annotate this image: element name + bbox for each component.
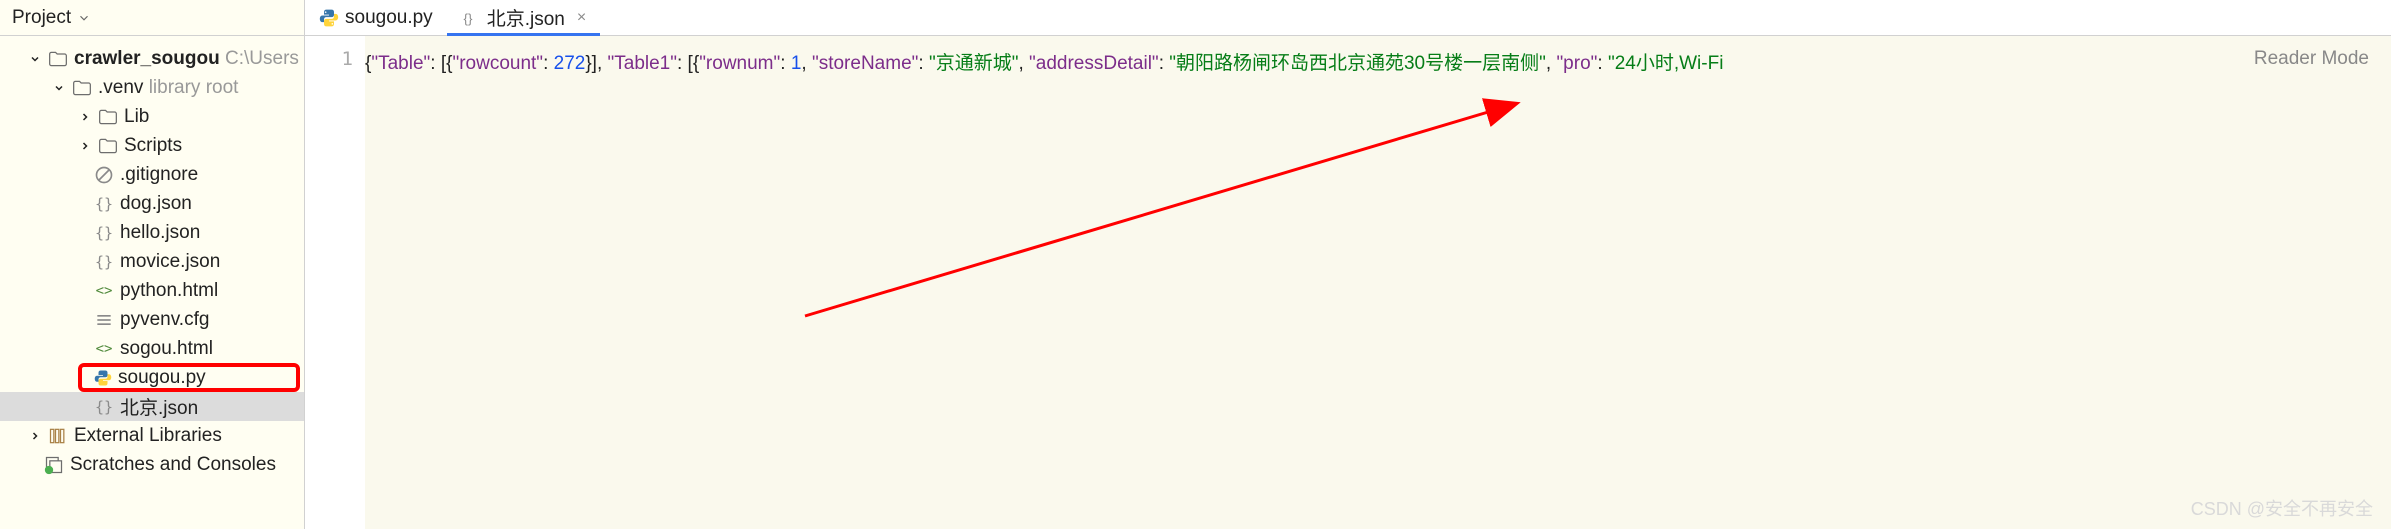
python-icon [94, 369, 112, 387]
tree-file-sogou-html[interactable]: <> sogou.html [0, 334, 304, 363]
tree-label: hello.json [120, 222, 200, 244]
gutter: 1 [305, 36, 365, 529]
library-icon [48, 426, 68, 446]
tree-label: sogou.html [120, 338, 213, 360]
chevron-down-icon [28, 52, 42, 66]
tab-label: sougou.py [345, 7, 433, 29]
close-icon[interactable]: × [577, 9, 586, 27]
svg-text:{}: {} [463, 11, 472, 26]
tree-scratches[interactable]: Scratches and Consoles [0, 450, 304, 479]
chevron-right-icon [78, 139, 92, 153]
tree-label: movice.json [120, 251, 220, 273]
project-tree: crawler_sougou C:\Users .venv library ro… [0, 36, 305, 529]
tree-file-hello-json[interactable]: {} hello.json [0, 218, 304, 247]
tree-file-pyvenv-cfg[interactable]: pyvenv.cfg [0, 305, 304, 334]
json-icon: {} [94, 223, 114, 243]
tree-label: Lib [124, 106, 149, 128]
tree-label: 北京.json [120, 393, 198, 420]
json-icon: {} [461, 8, 481, 28]
top-bar: Project sougou.py {} 北京.json × [0, 0, 2391, 36]
tree-external-libs[interactable]: External Libraries [0, 421, 304, 450]
ignore-icon [94, 165, 114, 185]
python-icon [319, 8, 339, 28]
tree-root[interactable]: crawler_sougou C:\Users [0, 44, 304, 73]
chevron-right-icon [78, 110, 92, 124]
chevron-right-icon [28, 429, 42, 443]
editor-tabs: sougou.py {} 北京.json × [305, 0, 600, 35]
tree-scripts[interactable]: Scripts [0, 131, 304, 160]
watermark: CSDN @安全不再安全 [2191, 495, 2373, 521]
tree-label: .gitignore [120, 164, 198, 186]
tree-lib[interactable]: Lib [0, 102, 304, 131]
tree-label: crawler_sougou C:\Users [74, 48, 299, 70]
tree-label: Scratches and Consoles [70, 454, 276, 476]
tab-label: 北京.json [487, 4, 565, 31]
line-number: 1 [342, 48, 353, 70]
folder-icon [98, 136, 118, 156]
scratches-icon [44, 455, 64, 475]
tab-beijing-json[interactable]: {} 北京.json × [447, 0, 600, 35]
tree-file-beijing-json[interactable]: {} 北京.json [0, 392, 304, 421]
json-icon: {} [94, 194, 114, 214]
tree-file-dog-json[interactable]: {} dog.json [0, 189, 304, 218]
json-icon: {} [94, 397, 114, 417]
code-content[interactable]: {"Table": [{"rowcount": 272}], "Table1":… [365, 36, 2391, 529]
tree-file-python-html[interactable]: <> python.html [0, 276, 304, 305]
tree-label: pyvenv.cfg [120, 309, 209, 331]
json-icon: {} [94, 252, 114, 272]
tree-label: sougou.py [118, 367, 206, 389]
html-icon: <> [94, 339, 114, 359]
reader-mode-label[interactable]: Reader Mode [2254, 48, 2369, 70]
project-toolwindow-header[interactable]: Project [0, 0, 305, 35]
cfg-icon [94, 310, 114, 330]
tree-label: External Libraries [74, 425, 222, 447]
tree-label: python.html [120, 280, 218, 302]
tree-label: dog.json [120, 193, 192, 215]
html-icon: <> [94, 281, 114, 301]
tree-file-gitignore[interactable]: .gitignore [0, 160, 304, 189]
tree-file-sougou-py[interactable]: sougou.py [78, 363, 300, 392]
chevron-down-icon [77, 11, 91, 25]
main-content: crawler_sougou C:\Users .venv library ro… [0, 36, 2391, 529]
editor-area[interactable]: 1 {"Table": [{"rowcount": 272}], "Table1… [305, 36, 2391, 529]
tab-sougou-py[interactable]: sougou.py [305, 0, 447, 35]
folder-icon [48, 49, 68, 69]
chevron-down-icon [52, 81, 66, 95]
folder-icon [72, 78, 92, 98]
folder-icon [98, 107, 118, 127]
tree-label: Scripts [124, 135, 182, 157]
tree-venv[interactable]: .venv library root [0, 73, 304, 102]
tree-file-movice-json[interactable]: {} movice.json [0, 247, 304, 276]
project-label: Project [12, 7, 71, 29]
tree-label: .venv library root [98, 77, 238, 99]
